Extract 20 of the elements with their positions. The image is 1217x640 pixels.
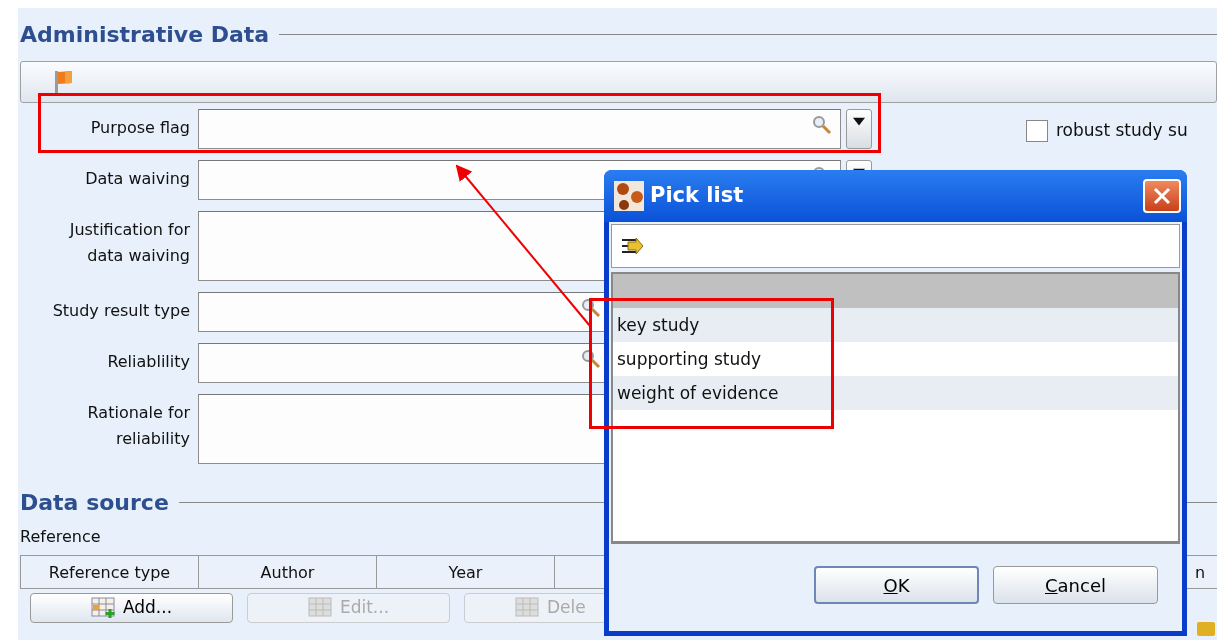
- list-item[interactable]: supporting study: [613, 342, 1178, 376]
- list-item[interactable]: weight of evidence: [613, 376, 1178, 410]
- reference-label: Reference: [20, 526, 102, 548]
- field-label: Purpose flag: [89, 117, 191, 139]
- toolbar-button[interactable]: Add...: [30, 593, 233, 623]
- list-item[interactable]: key study: [613, 308, 1178, 342]
- dialog-button[interactable]: Cancel: [993, 566, 1158, 604]
- section-title: Data source: [20, 489, 169, 517]
- column-header[interactable]: Year: [377, 556, 555, 588]
- dialog-button[interactable]: OK: [814, 566, 979, 604]
- field-label: Rationale for reliability: [86, 402, 191, 450]
- field-label: Justification for data waiving: [68, 219, 191, 267]
- checkbox-label: robust study su: [1056, 119, 1188, 142]
- dialog-title: Pick list: [650, 182, 744, 210]
- column-header[interactable]: Author: [199, 556, 377, 588]
- field-label: Study result type: [51, 300, 191, 322]
- field-label: Data waiving: [84, 168, 191, 190]
- column-header[interactable]: Reference type: [21, 556, 199, 588]
- field-label: Reliablility: [106, 351, 191, 373]
- section-title: Administrative Data: [20, 21, 270, 49]
